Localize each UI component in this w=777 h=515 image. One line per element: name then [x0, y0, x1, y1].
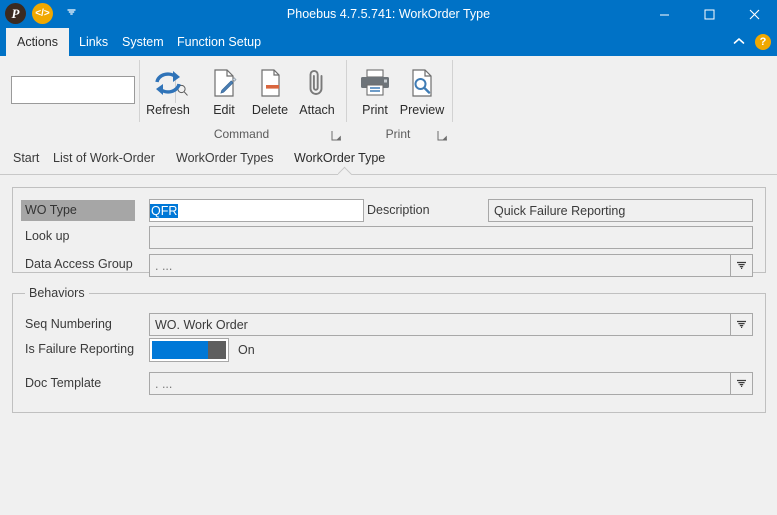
search-box[interactable]	[11, 76, 188, 104]
minimize-button[interactable]	[642, 0, 687, 28]
print-group-label: Print	[385, 127, 411, 141]
seq-numbering-label: Seq Numbering	[25, 317, 112, 331]
is-failure-reporting-toggle[interactable]	[149, 338, 229, 362]
form-area: WO Type QFR Description Quick Failure Re…	[0, 175, 777, 515]
help-button[interactable]: ?	[755, 34, 771, 50]
description-label: Description	[367, 203, 430, 217]
print-button[interactable]: Print	[348, 61, 402, 117]
refresh-button[interactable]: Refresh	[141, 61, 195, 117]
active-tab-indicator	[338, 166, 354, 175]
print-icon	[358, 65, 392, 101]
ribbon-separator	[139, 60, 140, 122]
ribbon-separator-3	[452, 60, 453, 122]
wo-type-value: QFR	[150, 203, 179, 218]
refresh-icon	[152, 65, 184, 101]
refresh-label: Refresh	[146, 103, 190, 117]
wo-type-input[interactable]: QFR	[149, 199, 364, 222]
seq-numbering-select[interactable]: WO. Work Order	[149, 313, 753, 336]
is-failure-reporting-toggle-wrap: On	[149, 338, 255, 362]
seq-numbering-value: WO. Work Order	[155, 317, 248, 332]
edit-icon	[209, 65, 239, 101]
data-access-group-label: Data Access Group	[25, 257, 133, 271]
ribbon-separator-2	[346, 60, 347, 122]
ribbon-tab-strip: Actions Links System Function Setup ?	[0, 28, 777, 56]
wo-type-label: WO Type	[21, 200, 135, 221]
command-group-label: Command	[213, 127, 270, 141]
behaviors-title: Behaviors	[25, 286, 89, 300]
is-failure-reporting-label: Is Failure Reporting	[25, 342, 135, 356]
ribbon-right-controls: ?	[733, 28, 771, 56]
maximize-button[interactable]	[687, 0, 732, 28]
look-up-label: Look up	[25, 229, 70, 243]
chevron-up-icon[interactable]	[733, 37, 745, 48]
chevron-down-icon[interactable]	[730, 314, 752, 335]
description-value: Quick Failure Reporting	[494, 203, 626, 218]
delete-label: Delete	[251, 103, 289, 117]
doc-template-value: . ...	[155, 376, 173, 391]
look-up-input[interactable]	[149, 226, 753, 249]
header-panel: WO Type QFR Description Quick Failure Re…	[12, 187, 766, 277]
attach-icon	[304, 65, 330, 101]
page-tab-workorder-types[interactable]: WorkOrder Types	[167, 144, 283, 173]
code-icon[interactable]: </>	[32, 3, 53, 24]
print-label: Print	[362, 103, 388, 117]
delete-icon	[255, 65, 285, 101]
preview-label: Preview	[399, 103, 445, 117]
chevron-down-icon[interactable]	[730, 255, 752, 276]
print-dialog-launcher[interactable]	[437, 128, 449, 141]
data-access-group-value: . ...	[155, 258, 173, 273]
is-failure-reporting-state: On	[238, 343, 255, 357]
chevron-down-icon[interactable]	[730, 373, 752, 394]
toggle-fill	[152, 341, 210, 359]
doc-template-label: Doc Template	[25, 376, 102, 390]
window-controls	[642, 0, 777, 28]
phoebus-logo-icon[interactable]: P	[5, 3, 26, 24]
ribbon: Refresh Edit Delete Attach Command Print…	[0, 56, 777, 145]
command-dialog-launcher[interactable]	[331, 128, 343, 141]
edit-label: Edit	[213, 103, 235, 117]
page-tab-start[interactable]: Start	[4, 144, 48, 173]
doc-template-select[interactable]: . ...	[149, 372, 753, 395]
behaviors-groupbox: Behaviors Seq Numbering WO. Work Order I…	[12, 286, 766, 413]
preview-icon	[407, 65, 437, 101]
preview-button[interactable]: Preview	[395, 61, 449, 117]
title-bar: P </> Phoebus 4.7.5.741: WorkOrder Type	[0, 0, 777, 28]
page-tab-strip: Start List of Work-Order WorkOrder Types…	[0, 144, 777, 175]
chevron-down-icon[interactable]	[67, 9, 76, 18]
application-window: P </> Phoebus 4.7.5.741: WorkOrder Type …	[0, 0, 777, 515]
attach-button[interactable]: Attach	[290, 61, 344, 117]
delete-button[interactable]: Delete	[243, 61, 297, 117]
quick-access-toolbar: P </>	[5, 3, 76, 24]
ribbon-tab-function-setup[interactable]: Function Setup	[166, 28, 272, 56]
close-button[interactable]	[732, 0, 777, 28]
attach-label: Attach	[299, 103, 335, 117]
page-tab-list-of-work-order[interactable]: List of Work-Order	[44, 144, 164, 173]
ribbon-tab-actions[interactable]: Actions	[6, 28, 69, 56]
description-input[interactable]: Quick Failure Reporting	[488, 199, 753, 222]
data-access-group-select[interactable]: . ...	[149, 254, 753, 277]
toggle-knob[interactable]	[208, 341, 226, 359]
